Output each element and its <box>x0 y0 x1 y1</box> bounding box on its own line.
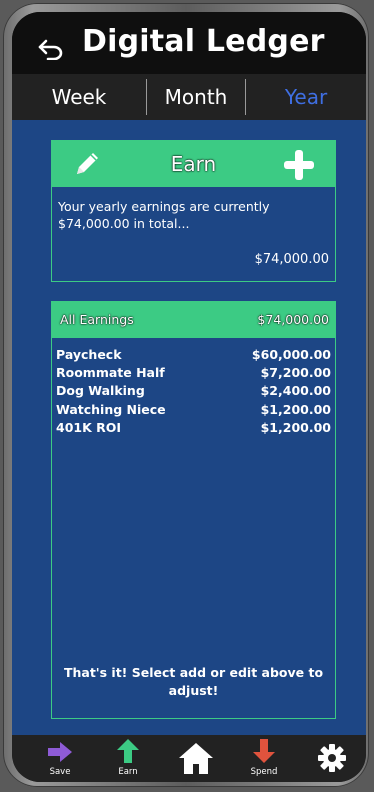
earnings-rows: Paycheck $60,000.00 Roommate Half $7,200… <box>56 346 331 437</box>
page-title: Digital Ledger <box>82 24 325 59</box>
back-arrow-icon[interactable] <box>38 38 64 60</box>
list-item-amount: $1,200.00 <box>260 401 331 417</box>
nav-save-label: Save <box>49 767 71 777</box>
app-screen: Digital Ledger Week Month Year Earn Your… <box>12 12 366 782</box>
earn-card-header: Earn <box>52 141 335 187</box>
earnings-list-header-amount: $74,000.00 <box>257 312 329 327</box>
nav-home[interactable] <box>170 735 222 782</box>
arrow-right-icon <box>48 742 72 762</box>
earn-total-amount: $74,000.00 <box>254 252 329 267</box>
main-content: Earn Your yearly earnings are currently … <box>12 120 366 735</box>
app-header: Digital Ledger <box>12 12 366 76</box>
arrow-up-icon <box>117 739 139 763</box>
earnings-list-header-label: All Earnings <box>60 312 134 327</box>
nav-spend-label: Spend <box>250 767 278 777</box>
nav-save[interactable]: Save <box>36 735 84 782</box>
list-item-amount: $2,400.00 <box>260 383 331 399</box>
list-item-name: 401K ROI <box>56 419 122 435</box>
list-item[interactable]: Paycheck $60,000.00 <box>56 346 331 364</box>
list-item-name: Dog Walking <box>56 383 145 399</box>
list-item-amount: $1,200.00 <box>260 419 331 435</box>
list-item-name: Roommate Half <box>56 365 165 381</box>
gear-icon <box>318 744 346 772</box>
list-item[interactable]: Dog Walking $2,400.00 <box>56 382 331 400</box>
nav-earn[interactable]: Earn <box>104 735 152 782</box>
earnings-list-card: All Earnings $74,000.00 Paycheck $60,000… <box>51 301 336 719</box>
home-icon <box>179 743 213 774</box>
nav-settings[interactable] <box>310 735 354 782</box>
list-item-amount: $60,000.00 <box>251 347 331 362</box>
nav-earn-label: Earn <box>118 767 138 777</box>
list-item-name: Watching Niece <box>56 401 166 417</box>
list-item[interactable]: 401K ROI $1,200.00 <box>56 419 331 437</box>
nav-spend[interactable]: Spend <box>240 735 288 782</box>
list-item-name: Paycheck <box>56 347 122 362</box>
period-tabs: Week Month Year <box>12 74 366 120</box>
tab-month[interactable]: Month <box>146 79 246 115</box>
earn-summary-card: Earn Your yearly earnings are currently … <box>51 140 336 282</box>
earn-description: Your yearly earnings are currently $74,0… <box>58 199 270 231</box>
bottom-nav: Save Earn Spend <box>12 735 366 782</box>
earnings-list-header: All Earnings $74,000.00 <box>52 302 335 338</box>
list-item[interactable]: Watching Niece $1,200.00 <box>56 401 331 419</box>
arrow-down-icon <box>253 739 275 763</box>
tab-year[interactable]: Year <box>246 74 366 120</box>
list-item[interactable]: Roommate Half $7,200.00 <box>56 364 331 382</box>
list-item-amount: $7,200.00 <box>260 365 331 381</box>
plus-icon[interactable] <box>282 148 316 182</box>
tab-week[interactable]: Week <box>12 74 146 120</box>
phone-frame: Digital Ledger Week Month Year Earn Your… <box>3 3 369 787</box>
list-footer-note: That's it! Select add or edit above to a… <box>63 665 324 698</box>
